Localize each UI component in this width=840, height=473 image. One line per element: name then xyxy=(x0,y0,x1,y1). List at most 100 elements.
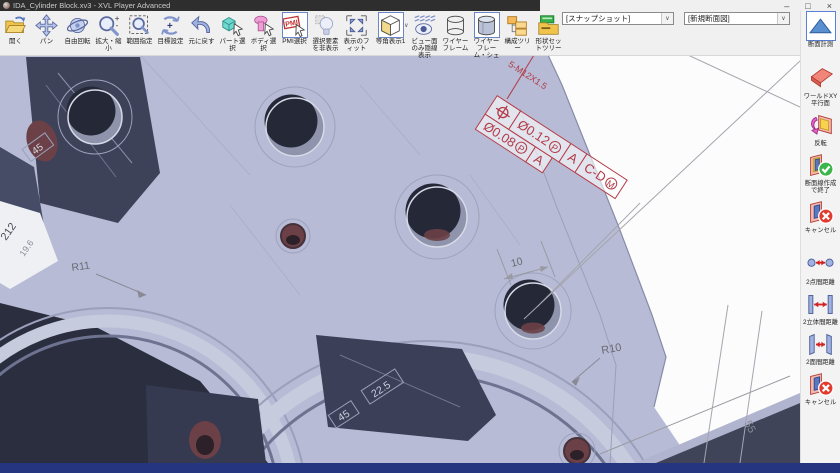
close-button[interactable]: × xyxy=(827,0,832,12)
toolbar-item-fit-view[interactable]: 表示のフィット xyxy=(341,11,372,52)
zoom-icon: +- xyxy=(96,12,122,38)
toolbar-item-zoom[interactable]: +-拡大・縮小 xyxy=(93,11,124,52)
sidebar-item-cancel-x[interactable]: キャンセル xyxy=(801,369,840,406)
hide-selected-icon xyxy=(313,12,339,38)
toolbar-item-label: 目標設定 xyxy=(155,38,186,45)
sidebar-item-distance-2solids[interactable]: 2立体間距離 xyxy=(801,289,840,326)
toolbar-item-label: 選択要素を非表示 xyxy=(310,38,341,52)
toolbar-item-hide-selected[interactable]: 選択要素を非表示 xyxy=(310,11,341,52)
sidebar-item-flip-plane[interactable]: 反転 xyxy=(801,110,840,147)
sidebar-item-label: ワールドXY平行面 xyxy=(801,93,840,107)
toolbar-item-label: ワイヤーフレーム・シェ xyxy=(471,38,502,59)
sidebar-item-label: 2立体間距離 xyxy=(801,319,840,326)
body-select-icon xyxy=(251,12,277,38)
toolbar-item-undo[interactable]: 元に戻す xyxy=(186,11,217,45)
toolbar-item-label: 表示のフィット xyxy=(341,38,372,52)
toolbar-item-label: ビュー面のみ隠線表示 xyxy=(409,38,440,59)
world-xy-plane-icon xyxy=(806,63,836,93)
sidebar-item-label: 反転 xyxy=(801,140,840,147)
sidebar-item-world-xy-plane[interactable]: ワールドXY平行面 xyxy=(801,63,840,107)
structure-tree-icon xyxy=(505,12,531,38)
chevron-down-icon: ∨ xyxy=(661,13,673,24)
toolbar-item-part-select[interactable]: パート選択 xyxy=(217,11,248,52)
snapshot-dropdown[interactable]: [スナップショット] ∨ xyxy=(562,12,674,25)
toolbar-item-label: 開く xyxy=(0,38,31,45)
window-title: IDA_Cylinder Block.xv3 - XVL Player Adva… xyxy=(13,1,170,10)
pan-icon xyxy=(34,12,60,38)
toolbar-item-set-target[interactable]: + 目標設定 xyxy=(155,11,186,45)
finish-check-icon xyxy=(806,150,836,180)
toolbar-item-open-folder[interactable]: 開く xyxy=(0,11,31,45)
distance-2faces-icon xyxy=(806,329,836,359)
toolbar-item-label: 構成ツリー xyxy=(502,38,533,52)
iso-view-icon: ∨ xyxy=(378,12,404,38)
pmi-select-icon: PMI xyxy=(282,12,308,38)
toolbar-item-label: 形状セットツリー xyxy=(533,38,564,52)
toolbar-item-label: 元に戻す xyxy=(186,38,217,45)
sidebar-item-label: キャンセル xyxy=(801,399,840,406)
toolbar-item-label: パート選択 xyxy=(217,38,248,52)
section-tool-sidebar: 断面計測ワールドXY平行面反転断面線作成で終了キャンセル 2点間距離 2立体間距離 2… xyxy=(800,11,840,463)
section-view-dropdown[interactable]: [新規断面図] ∨ xyxy=(684,12,790,25)
part-select-icon xyxy=(220,12,246,38)
main-toolbar: 開くパン自由回転+-拡大・縮小範囲指定 + 目標設定元に戻すパート選択ボディ選択PM… xyxy=(0,11,840,56)
sidebar-item-cancel-x[interactable]: キャンセル xyxy=(801,197,840,234)
maximize-button[interactable]: □ xyxy=(805,0,810,12)
distance-2points-icon xyxy=(806,249,836,279)
wireframe-icon xyxy=(443,12,469,38)
shapeset-tree-icon xyxy=(536,12,562,38)
toolbar-item-wireframe-shading[interactable]: ワイヤーフレーム・シェ xyxy=(471,11,502,59)
toolbar-item-shapeset-tree[interactable]: 形状セットツリー xyxy=(533,11,564,52)
free-rotate-icon xyxy=(65,12,91,38)
toolbar-item-label: PMI選択 xyxy=(279,38,310,45)
sidebar-item-section-measure[interactable]: 断面計測 xyxy=(801,11,840,48)
minimize-button[interactable]: – xyxy=(784,0,789,12)
open-folder-icon xyxy=(3,12,29,38)
title-bar: IDA_Cylinder Block.xv3 - XVL Player Adva… xyxy=(0,0,840,11)
toolbar-item-label: 範囲指定 xyxy=(124,38,155,45)
cancel-x-icon xyxy=(806,197,836,227)
toolbar-item-pan[interactable]: パン xyxy=(31,11,62,45)
chevron-down-icon: ∨ xyxy=(777,13,789,24)
viewport-3d[interactable]: 45 212 19.6 R11 10 R10 22.5 45 55 xyxy=(0,55,800,463)
toolbar-item-iso-view[interactable]: ∨等角表示1 xyxy=(372,11,409,45)
svg-text:-: - xyxy=(116,21,119,30)
cancel-x-icon xyxy=(806,369,836,399)
toolbar-item-zoom-region[interactable]: 範囲指定 xyxy=(124,11,155,45)
toolbar-item-body-select[interactable]: ボディ選択 xyxy=(248,11,279,52)
distance-2solids-icon xyxy=(806,289,836,319)
toolbar-item-view-hidden-line[interactable]: ビュー面のみ隠線表示 xyxy=(409,11,440,59)
app-icon xyxy=(3,2,10,9)
sidebar-item-distance-2points[interactable]: 2点間距離 xyxy=(801,249,840,286)
window-controls: – □ × xyxy=(784,0,832,12)
view-hidden-line-icon xyxy=(412,12,438,38)
title-bar-left: IDA_Cylinder Block.xv3 - XVL Player Adva… xyxy=(0,0,540,11)
sidebar-item-label: 断面計測 xyxy=(801,41,840,48)
sidebar-item-label: キャンセル xyxy=(801,227,840,234)
toolbar-item-free-rotate[interactable]: 自由回転 xyxy=(62,11,93,45)
toolbar-item-label: 等角表示1 xyxy=(372,38,409,45)
wireframe-shading-icon xyxy=(474,12,500,38)
toolbar-item-pmi-select[interactable]: PMIPMI選択 xyxy=(279,11,310,45)
windows-taskbar xyxy=(0,463,840,473)
fit-view-icon xyxy=(344,12,370,38)
sidebar-item-label: 断面線作成で終了 xyxy=(801,180,840,194)
section-view-dropdown-value: [新規断面図] xyxy=(688,13,730,24)
sidebar-item-finish-check[interactable]: 断面線作成で終了 xyxy=(801,150,840,194)
toolbar-item-label: 自由回転 xyxy=(62,38,93,45)
toolbar-item-wireframe[interactable]: ワイヤーフレーム xyxy=(440,11,471,52)
toolbar-item-label: ワイヤーフレーム xyxy=(440,38,471,52)
snapshot-dropdown-value: [スナップショット] xyxy=(566,13,630,24)
zoom-region-icon xyxy=(127,12,153,38)
set-target-icon: + xyxy=(158,12,184,38)
svg-text:+: + xyxy=(167,21,173,32)
toolbar-item-label: ボディ選択 xyxy=(248,38,279,52)
sidebar-item-label: 2面間距離 xyxy=(801,359,840,366)
sidebar-item-distance-2faces[interactable]: 2面間距離 xyxy=(801,329,840,366)
dimension-label: R11 xyxy=(71,259,91,273)
toolbar-item-label: パン xyxy=(31,38,62,45)
undo-icon xyxy=(189,12,215,38)
toolbar-item-label: 拡大・縮小 xyxy=(93,38,124,52)
toolbar-item-structure-tree[interactable]: 構成ツリー xyxy=(502,11,533,52)
section-measure-icon xyxy=(806,11,836,41)
